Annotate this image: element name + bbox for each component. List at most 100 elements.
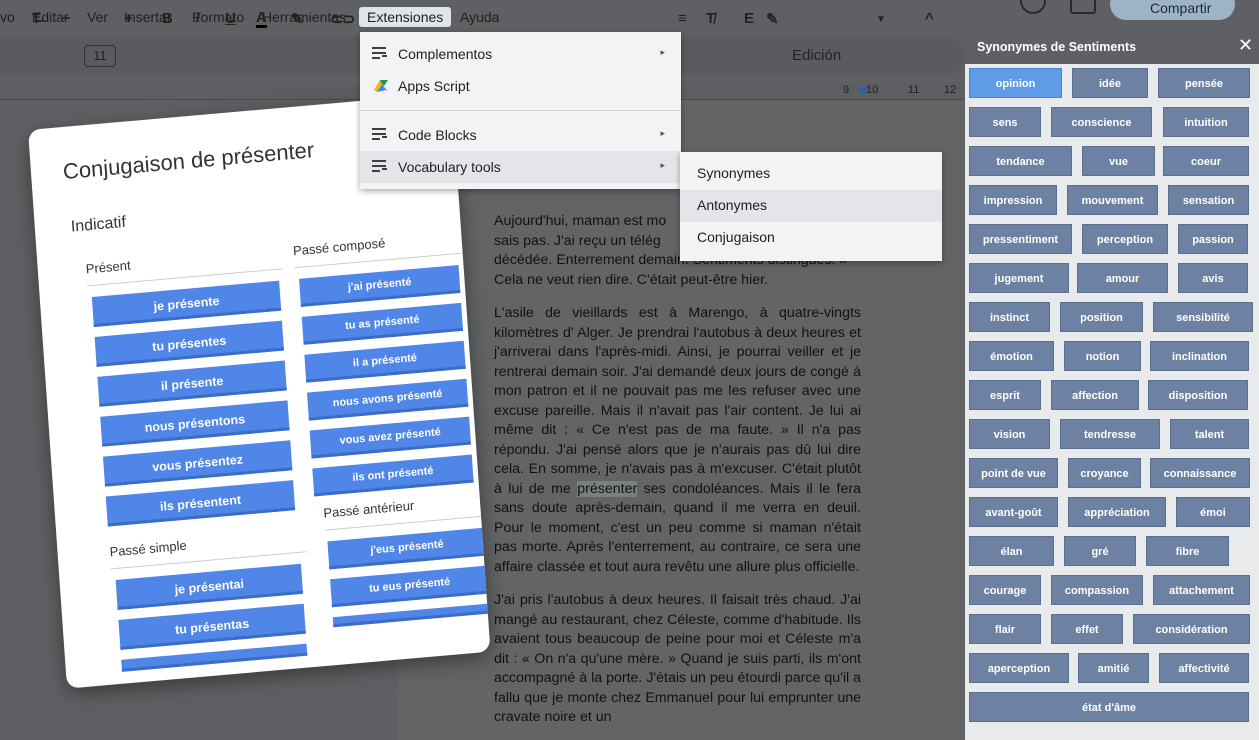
menu-extensiones[interactable]: Extensiones <box>359 7 452 27</box>
menu-item-complementos[interactable]: Complementos ▸ <box>360 38 681 70</box>
submenu-item-conjugaison[interactable]: Conjugaison <box>680 222 942 254</box>
synonym-button[interactable]: considération <box>1133 614 1250 644</box>
synonym-button[interactable]: intuition <box>1163 107 1249 137</box>
edit-pencil-icon[interactable]: ✎ <box>766 10 779 28</box>
menu-ver[interactable]: Ver <box>87 9 108 25</box>
document-body[interactable]: Aujourd'hui, maman est mo sais pas. J'ai… <box>494 212 861 740</box>
history-icon[interactable] <box>1020 0 1046 14</box>
conjugation-button[interactable]: il présente <box>97 360 287 407</box>
conjugation-button[interactable]: ils ont présenté <box>312 454 474 497</box>
conjugation-button[interactable]: vous présentez <box>102 440 293 487</box>
conjugation-button-partial[interactable] <box>332 603 491 628</box>
conjugation-button[interactable]: je présente <box>91 280 282 327</box>
synonym-button[interactable]: gré <box>1064 536 1136 566</box>
synonym-button[interactable]: pressentiment <box>969 224 1072 254</box>
share-button[interactable]: Compartir <box>1110 0 1235 20</box>
menu-archivo[interactable]: vo <box>0 9 15 25</box>
menu-ayuda[interactable]: Ayuda <box>460 9 499 25</box>
conjugation-button[interactable]: je présentai <box>115 563 304 610</box>
menu-item-vocabulary-tools[interactable]: Vocabulary tools ▸ <box>360 151 681 183</box>
synonym-button[interactable]: connaissance <box>1150 458 1250 488</box>
synonym-button[interactable]: aperception <box>969 653 1069 683</box>
synonym-button[interactable]: idée <box>1072 68 1148 98</box>
synonym-button[interactable]: impression <box>969 185 1057 215</box>
synonym-button[interactable]: conscience <box>1051 107 1152 137</box>
synonym-button[interactable]: instinct <box>969 302 1050 332</box>
strikethrough-format-icon[interactable]: T̶ <box>32 10 41 26</box>
conjugation-button[interactable]: j'ai présenté <box>299 264 461 307</box>
conjugation-button[interactable]: tu présentas <box>118 603 306 650</box>
conjugation-button[interactable]: ils présentent <box>105 480 296 527</box>
close-icon[interactable]: ✕ <box>1238 35 1253 56</box>
synonym-button[interactable]: esprit <box>969 380 1041 410</box>
synonym-button[interactable]: émoi <box>1176 497 1250 527</box>
synonym-button[interactable]: sensibilité <box>1153 302 1253 332</box>
synonym-button[interactable]: tendance <box>969 146 1072 176</box>
synonym-button[interactable]: sensation <box>1168 185 1249 215</box>
synonym-button[interactable]: talent <box>1170 419 1249 449</box>
synonym-button[interactable]: vision <box>969 419 1050 449</box>
synonym-button[interactable]: amitié <box>1078 653 1149 683</box>
conjugation-button-partial[interactable] <box>121 643 308 672</box>
synonym-button[interactable]: avis <box>1178 263 1248 293</box>
synonym-button[interactable]: avant-goût <box>969 497 1058 527</box>
synonym-button[interactable]: vue <box>1082 146 1155 176</box>
synonym-button[interactable]: pensée <box>1158 68 1250 98</box>
synonym-button[interactable]: passion <box>1178 224 1248 254</box>
synonym-button[interactable]: état d'âme <box>969 692 1249 722</box>
synonym-button[interactable]: position <box>1060 302 1143 332</box>
font-size-decrease-button[interactable]: − <box>62 10 71 27</box>
collapse-toolbar-icon[interactable]: ^ <box>925 10 934 27</box>
conjugation-button[interactable]: tu présentes <box>94 320 285 367</box>
synonym-button[interactable]: courage <box>969 575 1041 605</box>
synonym-button[interactable]: flair <box>969 614 1041 644</box>
conjugation-button[interactable]: il a présenté <box>304 340 466 383</box>
underline-icon[interactable]: U <box>225 10 236 27</box>
synonym-button[interactable]: effet <box>1051 614 1123 644</box>
synonym-button[interactable]: croyance <box>1068 458 1141 488</box>
conjugation-button[interactable]: nous présentons <box>100 400 290 447</box>
synonym-button[interactable]: opinion <box>969 68 1062 98</box>
comment-icon[interactable] <box>1070 0 1096 14</box>
mode-selector[interactable]: Edición <box>792 47 841 64</box>
font-size-input[interactable]: 11 <box>84 45 116 67</box>
synonym-button[interactable]: compassion <box>1051 575 1143 605</box>
text-color-icon[interactable]: A <box>256 10 267 28</box>
bold-icon[interactable]: B <box>162 10 173 27</box>
synonym-button[interactable]: perception <box>1082 224 1168 254</box>
conjugation-button[interactable]: tu as présenté <box>301 302 464 345</box>
conjugation-button[interactable]: tu eus présenté <box>330 565 490 608</box>
synonym-button[interactable]: attachement <box>1153 575 1250 605</box>
synonym-button[interactable]: coeur <box>1163 146 1249 176</box>
chevron-down-icon[interactable]: ▼ <box>876 14 886 25</box>
clear-format-icon[interactable]: T̸ <box>706 10 715 27</box>
link-icon[interactable]: ⊂⊃ <box>330 10 355 28</box>
indent-marker-icon[interactable] <box>858 88 868 95</box>
synonym-button[interactable]: inclination <box>1150 341 1249 371</box>
menu-item-apps-script[interactable]: Apps Script <box>360 70 681 102</box>
spelling-icon[interactable]: E <box>744 10 754 27</box>
submenu-item-antonymes[interactable]: Antonymes <box>680 190 942 222</box>
synonym-button[interactable]: émotion <box>969 341 1054 371</box>
font-size-increase-button[interactable]: + <box>124 10 133 27</box>
synonym-button[interactable]: sens <box>969 107 1041 137</box>
synonym-button[interactable]: point de vue <box>969 458 1058 488</box>
conjugation-button[interactable]: nous avons présenté <box>307 378 469 421</box>
synonym-button[interactable]: affection <box>1051 380 1139 410</box>
conjugation-button[interactable]: j'eus présenté <box>327 527 487 570</box>
synonym-button[interactable]: amour <box>1077 263 1168 293</box>
italic-icon[interactable]: I <box>195 10 201 27</box>
synonym-button[interactable]: appréciation <box>1068 497 1166 527</box>
synonym-button[interactable]: fibre <box>1146 536 1229 566</box>
menu-item-code-blocks[interactable]: Code Blocks ▸ <box>360 119 681 151</box>
synonym-button[interactable]: notion <box>1064 341 1141 371</box>
synonym-button[interactable]: jugement <box>969 263 1069 293</box>
synonym-button[interactable]: élan <box>969 536 1054 566</box>
synonym-button[interactable]: tendresse <box>1060 419 1160 449</box>
synonym-button[interactable]: affectivité <box>1159 653 1249 683</box>
synonym-button[interactable]: mouvement <box>1067 185 1158 215</box>
conjugation-button[interactable]: vous avez présenté <box>309 416 472 459</box>
submenu-item-synonymes[interactable]: Synonymes <box>680 158 942 190</box>
justify-icon[interactable]: ≡ <box>678 10 687 27</box>
highlight-icon[interactable]: ✎ <box>291 10 304 28</box>
